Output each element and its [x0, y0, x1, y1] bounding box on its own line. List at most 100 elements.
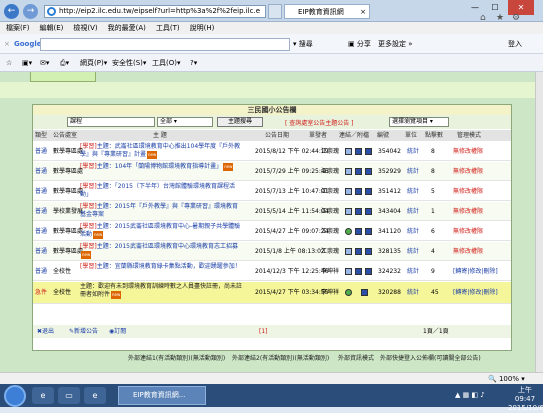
- menu-file[interactable]: 檔案(F): [6, 24, 30, 32]
- row-title: 主題：2015武崙社區環境教育中心-暑期親子共學體驗活動: [80, 223, 241, 238]
- word-file-icon[interactable]: [355, 148, 362, 155]
- forward-arrow-icon[interactable]: →: [23, 4, 38, 19]
- row-title-link[interactable]: [學習]主題：104年「蘭陽博物館環境教育指導計畫」 new: [80, 163, 242, 171]
- word-file-icon[interactable]: [365, 168, 372, 175]
- vertical-scrollbar[interactable]: [535, 72, 543, 372]
- link-icon[interactable]: [345, 268, 352, 275]
- word-file-icon[interactable]: [365, 188, 372, 195]
- word-file-icon[interactable]: [355, 188, 362, 195]
- word-file-icon[interactable]: [365, 248, 372, 255]
- row-stat-link[interactable]: 統計: [407, 247, 419, 256]
- ie-taskbar-icon[interactable]: e: [32, 387, 54, 404]
- link-icon[interactable]: [345, 208, 352, 215]
- scope-select[interactable]: 全部 ▾: [157, 117, 213, 127]
- back-arrow-icon[interactable]: ←: [4, 4, 19, 19]
- row-stat-link[interactable]: 統計: [407, 147, 419, 156]
- ie-taskbar-icon[interactable]: e: [84, 387, 106, 404]
- row-stat-link[interactable]: 統計: [407, 187, 419, 196]
- word-file-icon[interactable]: [355, 208, 362, 215]
- print-icon[interactable]: ⎙▾: [60, 57, 69, 69]
- word-file-icon[interactable]: [361, 289, 368, 296]
- row-stat-link[interactable]: 統計: [407, 227, 419, 236]
- share-button[interactable]: ▣ 分享: [348, 38, 371, 51]
- row-manage[interactable]: [轉寄|修改|刪除]: [453, 288, 498, 297]
- row-tag: [學習]: [80, 143, 97, 150]
- word-file-icon[interactable]: [365, 268, 372, 275]
- link-icon[interactable]: [345, 148, 352, 155]
- menu-edit[interactable]: 編輯(E): [40, 24, 64, 32]
- active-ie-window-button[interactable]: EIP教育資訊網...: [118, 386, 206, 405]
- menu-tools[interactable]: 工具(T): [156, 24, 180, 32]
- menu-favorites[interactable]: 我的最愛(A): [108, 24, 146, 32]
- start-button[interactable]: [4, 385, 26, 407]
- row-id: 320288: [378, 289, 401, 296]
- row-title-link[interactable]: [學習]主題：宜蘭縣環境教育綠卡集點活動，歡迎踴躍參加！: [80, 263, 242, 271]
- row-title-link[interactable]: [學習]主題：2015年『戶外教學』與『專業研習』環境教育基金專案: [80, 203, 242, 219]
- clock[interactable]: 上午 09:47 2015/10/6: [508, 386, 543, 413]
- google-toolbar: × Google ▾ 搜尋 ▣ 分享 更多設定 » 登入: [0, 34, 543, 54]
- word-file-icon[interactable]: [355, 248, 362, 255]
- login-button[interactable]: 登入: [508, 38, 522, 51]
- browse-select[interactable]: 選擇瀏覽項目 ▾: [389, 117, 449, 127]
- add-announcement-button[interactable]: ✎ 新增公告: [69, 325, 98, 338]
- favorites-star-icon[interactable]: ☆: [6, 57, 12, 69]
- page-marker[interactable]: [1]: [259, 325, 268, 338]
- row-manage[interactable]: [轉寄|修改|刪除]: [453, 267, 498, 276]
- row-title-link[interactable]: 主題：歡迎有未到環境教育訓練時數之人員盡快註冊，尚未註冊者如附件 new: [80, 283, 242, 299]
- link-icon[interactable]: [345, 168, 352, 175]
- row-title-link[interactable]: [學習]主題：2015武崙社區環境教育中心環境教育志工招募 new: [80, 243, 242, 259]
- col-date: 公告日期: [265, 132, 290, 139]
- close-icon[interactable]: ×: [4, 38, 10, 51]
- google-search-input[interactable]: [40, 38, 290, 51]
- tools-menu[interactable]: 工具(O)▾: [152, 57, 181, 69]
- menu-view[interactable]: 檢視(V): [73, 24, 97, 32]
- row-title-link[interactable]: [學習]主題：武崙社區環境教育中心推出104學年度『戶外教學』與『專業研習』計畫…: [80, 143, 242, 159]
- search-input[interactable]: 課程: [67, 117, 155, 127]
- row-type: 急件: [35, 289, 48, 296]
- menu-help[interactable]: 說明(H): [190, 24, 215, 32]
- word-file-icon[interactable]: [365, 208, 372, 215]
- folder-icon[interactable]: ▭: [58, 387, 80, 404]
- row-title: 主題：歡迎有未到環境教育訓練時數之人員盡快註冊，尚未註冊者如附件: [80, 283, 243, 298]
- link-icon[interactable]: [345, 188, 352, 195]
- globe-link-icon[interactable]: [345, 228, 352, 235]
- link-icon[interactable]: [345, 248, 352, 255]
- row-author: 江崇瑰: [321, 208, 340, 215]
- word-file-icon[interactable]: [365, 148, 372, 155]
- google-search-button[interactable]: ▾ 搜尋: [293, 38, 313, 51]
- ie-icon: [47, 7, 56, 16]
- row-title-link[interactable]: [學習]主題：「2015（下半年）台灣館體驗環境教育課程活動」: [80, 183, 242, 199]
- address-bar[interactable]: http://eip2.ilc.edu.tw/eipself?url=http%…: [44, 5, 266, 18]
- help-icon[interactable]: ?▾: [190, 57, 197, 69]
- zoom-value: 100%: [498, 375, 519, 383]
- row-stat-link[interactable]: 統計: [407, 167, 419, 176]
- row-stat-link[interactable]: 統計: [407, 207, 419, 216]
- network-icon[interactable]: ▲ ▦ ◧ ♪: [455, 391, 485, 399]
- external-link-1[interactable]: 外部連結1(有活動類別)(無活動類別): [128, 354, 225, 364]
- mail-icon[interactable]: ✉▾: [40, 57, 49, 69]
- unit-notice-link[interactable]: [ 查詢處室公告主題公告 ]: [285, 118, 354, 127]
- safety-menu[interactable]: 安全性(S)▾: [112, 57, 146, 69]
- word-file-icon[interactable]: [355, 168, 362, 175]
- globe-link-icon[interactable]: [345, 289, 352, 296]
- more-settings-link[interactable]: 更多設定 »: [378, 38, 413, 51]
- word-file-icon[interactable]: [365, 228, 372, 235]
- back-button[interactable]: ✖ 退出: [37, 325, 54, 338]
- external-link-2[interactable]: 外部連結2(有活動類別)(無活動類別): [232, 354, 329, 364]
- external-quick-login-link[interactable]: 外部快捷登入公佈欄(可讀關全部公告): [380, 354, 481, 364]
- row-stat-link[interactable]: 統計: [407, 288, 419, 297]
- tab-close-icon[interactable]: ×: [360, 5, 366, 20]
- col-dept: 公告處室: [53, 132, 78, 139]
- word-file-icon[interactable]: [355, 268, 362, 275]
- tab-eip[interactable]: EIP教育資訊網 ×: [284, 4, 370, 19]
- rss-icon[interactable]: ▣▾: [22, 57, 32, 69]
- word-file-icon[interactable]: [355, 228, 362, 235]
- external-info-link[interactable]: 外部資訊模式: [338, 354, 374, 364]
- row-title-link[interactable]: [學習]主題：2015武崙社區環境教育中心-暑期親子共學體驗活動 new: [80, 223, 242, 239]
- tab-blank[interactable]: [268, 4, 282, 19]
- col-title: 主 題: [153, 132, 167, 139]
- search-button[interactable]: 主題搜尋: [217, 117, 263, 127]
- page-menu[interactable]: 網頁(P)▾: [80, 57, 107, 69]
- row-stat-link[interactable]: 統計: [407, 267, 419, 276]
- rss-subscribe-button[interactable]: ◉ 訂閱: [109, 325, 126, 338]
